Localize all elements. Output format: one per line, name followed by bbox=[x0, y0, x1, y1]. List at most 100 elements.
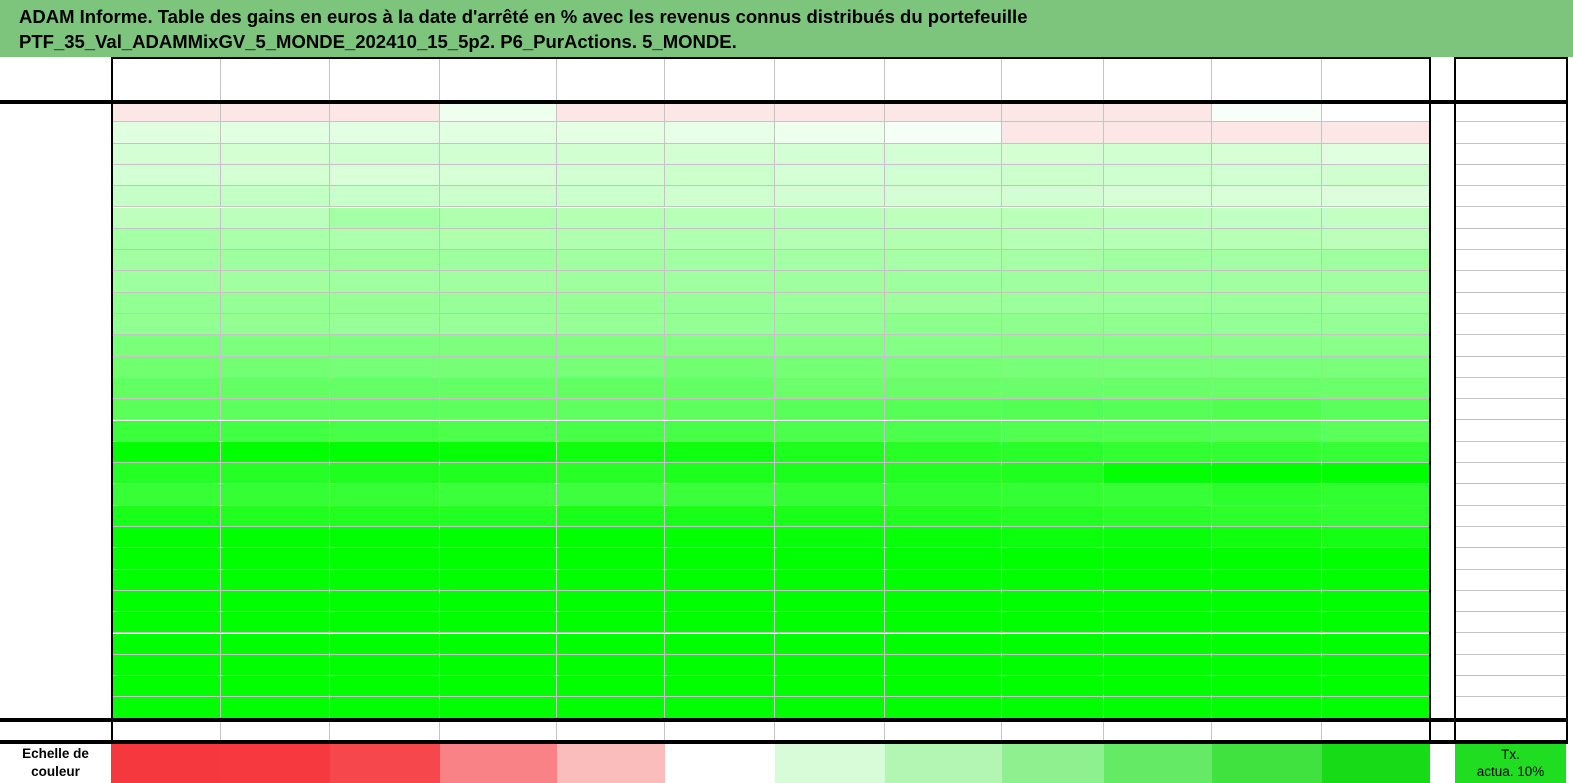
table-cell bbox=[1002, 228, 1104, 251]
tx-row-cell bbox=[1212, 718, 1322, 741]
month-header bbox=[111, 57, 221, 101]
table-cell bbox=[885, 335, 1002, 357]
year-label bbox=[0, 271, 111, 293]
tx-cell bbox=[1455, 633, 1566, 655]
tx-row-cell bbox=[221, 718, 330, 741]
table-cell bbox=[885, 654, 1002, 677]
table-cell bbox=[440, 271, 557, 293]
table-cell bbox=[330, 271, 440, 293]
table-cell bbox=[665, 527, 775, 549]
table-cell bbox=[1212, 228, 1322, 251]
table-cell bbox=[885, 484, 1002, 506]
table-cell bbox=[885, 463, 1002, 485]
table-cell bbox=[440, 676, 557, 698]
table-cell bbox=[1322, 207, 1430, 229]
table-cell bbox=[665, 143, 775, 165]
table-cell bbox=[111, 697, 221, 719]
table-cell bbox=[440, 377, 557, 400]
year-label bbox=[0, 676, 111, 698]
table-cell bbox=[111, 612, 221, 634]
table-cell bbox=[775, 399, 885, 421]
table-cell bbox=[111, 441, 221, 464]
table-cell bbox=[330, 335, 440, 357]
table-cell bbox=[665, 441, 775, 464]
table-cell bbox=[665, 463, 775, 485]
table-cell bbox=[1212, 463, 1322, 485]
scale-tx-swatch: Tx. actua. 10% bbox=[1455, 742, 1566, 783]
table-cell bbox=[111, 164, 221, 187]
table-cell bbox=[221, 250, 330, 272]
table-cell bbox=[1002, 527, 1104, 549]
table-cell bbox=[885, 505, 1002, 527]
year-label bbox=[0, 377, 111, 400]
table-cell bbox=[665, 228, 775, 251]
table-cell bbox=[557, 122, 665, 144]
tx-cell bbox=[1455, 590, 1566, 613]
table-cell bbox=[221, 164, 330, 187]
title-line-1: ADAM Informe. Table des gains en euros à… bbox=[19, 6, 1028, 27]
table-cell bbox=[775, 484, 885, 506]
color-scale-swatch bbox=[1212, 742, 1322, 783]
table-cell bbox=[1002, 420, 1104, 442]
tx-cell bbox=[1455, 697, 1566, 719]
year-label bbox=[0, 505, 111, 527]
table-cell bbox=[221, 505, 330, 527]
table-cell bbox=[330, 548, 440, 570]
table-cell bbox=[885, 164, 1002, 187]
table-cell bbox=[330, 527, 440, 549]
table-cell bbox=[111, 590, 221, 613]
table-cell bbox=[885, 399, 1002, 421]
table-cell bbox=[330, 122, 440, 144]
table-cell bbox=[330, 569, 440, 591]
table-cell bbox=[111, 250, 221, 272]
table-cell bbox=[557, 250, 665, 272]
table-cell bbox=[330, 697, 440, 719]
table-cell bbox=[330, 654, 440, 677]
table-cell bbox=[1322, 463, 1430, 485]
table-cell bbox=[1212, 186, 1322, 208]
table-cell bbox=[885, 250, 1002, 272]
table-cell bbox=[1212, 548, 1322, 570]
table-cell bbox=[221, 122, 330, 144]
year-label bbox=[0, 441, 111, 464]
table-cell bbox=[885, 207, 1002, 229]
table-cell bbox=[1212, 441, 1322, 464]
table-cell bbox=[885, 612, 1002, 634]
table-cell bbox=[557, 143, 665, 165]
table-cell bbox=[330, 484, 440, 506]
table-cell bbox=[1212, 101, 1322, 123]
table-cell bbox=[221, 612, 330, 634]
year-label bbox=[0, 186, 111, 208]
table-cell bbox=[1212, 399, 1322, 421]
table-cell bbox=[330, 228, 440, 251]
color-scale-swatch bbox=[1002, 742, 1104, 783]
tx-cell bbox=[1455, 335, 1566, 357]
table-cell bbox=[885, 314, 1002, 336]
table-cell bbox=[1002, 314, 1104, 336]
table-cell bbox=[1002, 377, 1104, 400]
table-cell bbox=[111, 292, 221, 314]
table-cell bbox=[1002, 356, 1104, 378]
table-cell bbox=[775, 654, 885, 677]
table-cell bbox=[1322, 399, 1430, 421]
table-cell bbox=[330, 186, 440, 208]
table-cell bbox=[1322, 676, 1430, 698]
year-label bbox=[0, 314, 111, 336]
year-label bbox=[0, 612, 111, 634]
table-cell bbox=[885, 186, 1002, 208]
table-cell bbox=[775, 143, 885, 165]
table-cell bbox=[1212, 633, 1322, 655]
year-label bbox=[0, 484, 111, 506]
table-cell bbox=[440, 186, 557, 208]
table-cell bbox=[775, 164, 885, 187]
table-cell bbox=[885, 122, 1002, 144]
table-cell bbox=[665, 399, 775, 421]
table-cell bbox=[221, 569, 330, 591]
table-cell bbox=[330, 441, 440, 464]
table-cell bbox=[1002, 399, 1104, 421]
tx-cell bbox=[1455, 548, 1566, 570]
table-cell bbox=[557, 463, 665, 485]
table-cell bbox=[330, 143, 440, 165]
table-cell bbox=[665, 377, 775, 400]
table-cell bbox=[1002, 505, 1104, 527]
